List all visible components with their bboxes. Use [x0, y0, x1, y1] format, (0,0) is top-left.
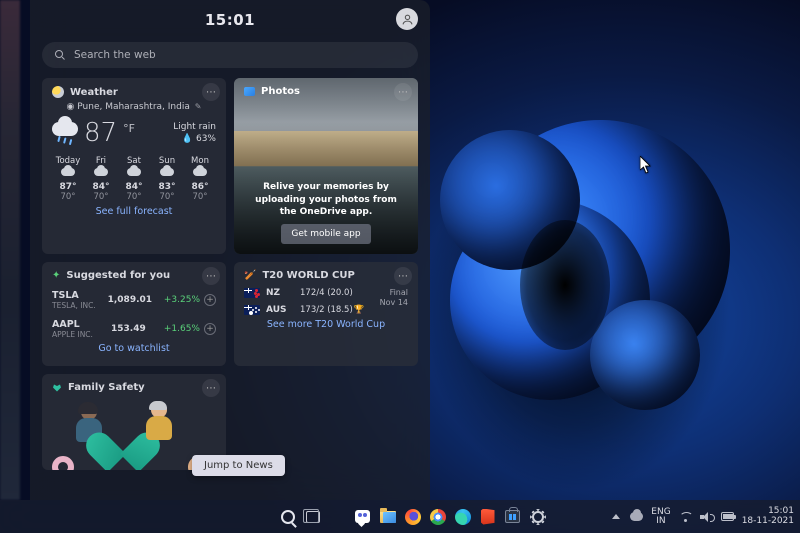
- language-indicator[interactable]: ENGIN: [651, 508, 670, 526]
- weather-card[interactable]: Weather ⋯ ◉ Pune, Maharashtra, India ✎ 8…: [42, 78, 226, 254]
- stock-price: 1,089.01: [108, 295, 152, 305]
- match-status: FinalNov 14: [380, 288, 408, 307]
- pencil-icon[interactable]: ✎: [195, 102, 202, 111]
- start-button[interactable]: [253, 507, 273, 527]
- trophy-icon: 🏆: [353, 305, 364, 315]
- office-button[interactable]: [478, 507, 498, 527]
- forecast-day[interactable]: Today87°70°: [52, 156, 84, 202]
- cloud-icon: [193, 166, 207, 176]
- photos-title: Photos: [261, 86, 300, 97]
- battery-icon[interactable]: [721, 510, 734, 523]
- humidity-value: 63%: [196, 134, 216, 144]
- forecast-row: Today87°70° Fri84°70° Sat84°70° Sun83°70…: [52, 156, 216, 202]
- task-view-button[interactable]: [303, 507, 323, 527]
- more-cricket-link[interactable]: See more T20 World Cup: [244, 319, 408, 330]
- tray-overflow-button[interactable]: [609, 510, 622, 523]
- droplet-icon: 💧: [182, 134, 193, 144]
- card-more-button[interactable]: ⋯: [202, 267, 220, 285]
- card-more-button[interactable]: ⋯: [202, 379, 220, 397]
- card-more-button[interactable]: ⋯: [394, 267, 412, 285]
- widgets-clock: 15:01: [205, 11, 255, 29]
- photos-card[interactable]: Photos ⋯ Relive your memories by uploadi…: [234, 78, 418, 254]
- profile-avatar[interactable]: [396, 8, 418, 30]
- taskbar: ENGIN 15:0118-11-2021: [0, 500, 800, 533]
- taskbar-clock[interactable]: 15:0118-11-2021: [742, 507, 794, 526]
- stock-row[interactable]: TSLATESLA, INC. 1,089.01 +3.25% +: [52, 290, 216, 310]
- photos-blurb: Relive your memories by uploading your p…: [248, 181, 404, 217]
- stock-price: 153.49: [111, 324, 146, 334]
- stock-row[interactable]: AAPLAPPLE INC. 153.49 +1.65% +: [52, 319, 216, 339]
- see-forecast-link[interactable]: See full forecast: [52, 206, 216, 217]
- sun-cloud-icon: [52, 86, 64, 98]
- add-to-watchlist-icon[interactable]: +: [204, 294, 216, 306]
- family-icon: [52, 383, 62, 393]
- cloud-icon: [61, 166, 75, 176]
- current-temp: 87: [84, 118, 117, 148]
- stock-change: +3.25%: [164, 295, 200, 305]
- cloud-icon: [160, 166, 174, 176]
- jump-to-news-button[interactable]: Jump to News: [192, 455, 285, 476]
- stock-company: TESLA, INC.: [52, 301, 96, 310]
- file-explorer-button[interactable]: [378, 507, 398, 527]
- taskbar-search-button[interactable]: [278, 507, 298, 527]
- chrome-button[interactable]: [428, 507, 448, 527]
- team-score: 172/4 (20.0): [300, 288, 380, 298]
- system-tray: ENGIN 15:0118-11-2021: [609, 507, 794, 526]
- cloud-icon: [94, 166, 108, 176]
- forecast-day[interactable]: Mon86°70°: [184, 156, 216, 202]
- add-to-watchlist-icon[interactable]: +: [204, 323, 216, 335]
- cloud-icon: [127, 166, 141, 176]
- flag-aus-icon: [244, 305, 260, 315]
- widgets-button[interactable]: [328, 507, 348, 527]
- onedrive-icon[interactable]: [630, 510, 643, 523]
- stock-change: +1.65%: [164, 324, 200, 334]
- flag-nz-icon: [244, 288, 260, 298]
- weather-condition-block: Light rain 💧 63%: [173, 121, 216, 145]
- wifi-icon[interactable]: [679, 510, 692, 523]
- firefox-button[interactable]: [403, 507, 423, 527]
- team-code: AUS: [266, 305, 294, 315]
- forecast-day[interactable]: Fri84°70°: [85, 156, 117, 202]
- watchlist-link[interactable]: Go to watchlist: [52, 343, 216, 354]
- sparkle-icon: ✦: [52, 270, 60, 281]
- match-row: NZ 172/4 (20.0): [244, 288, 380, 298]
- temp-unit: °F: [123, 122, 135, 135]
- cricket-title: T20 WORLD CUP: [262, 270, 354, 281]
- weather-condition: Light rain: [173, 121, 216, 133]
- stock-company: APPLE INC.: [52, 330, 93, 339]
- search-icon: [54, 49, 66, 61]
- card-more-button[interactable]: ⋯: [202, 83, 220, 101]
- card-more-button[interactable]: ⋯: [394, 83, 412, 101]
- photos-icon: [244, 87, 255, 96]
- search-input[interactable]: Search the web: [42, 42, 418, 68]
- family-title: Family Safety: [68, 382, 145, 393]
- search-placeholder: Search the web: [74, 49, 156, 61]
- taskbar-center: [253, 507, 548, 527]
- rain-icon: [52, 122, 78, 144]
- forecast-day[interactable]: Sun83°70°: [151, 156, 183, 202]
- weather-title: Weather: [70, 87, 118, 98]
- get-mobile-app-button[interactable]: Get mobile app: [281, 224, 370, 244]
- stocks-title: Suggested for you: [66, 270, 170, 281]
- ms-store-button[interactable]: [503, 507, 523, 527]
- stock-symbol: AAPL: [52, 319, 93, 330]
- edge-button[interactable]: [453, 507, 473, 527]
- cricket-card[interactable]: 🏏 T20 WORLD CUP ⋯ NZ 172/4 (20.0) AUS 173…: [234, 262, 418, 366]
- weather-location-row[interactable]: ◉ Pune, Maharashtra, India ✎: [52, 102, 216, 112]
- left-dock-blur: [0, 0, 20, 500]
- cricket-icon: 🏏: [244, 270, 256, 281]
- stock-symbol: TSLA: [52, 290, 96, 301]
- widgets-panel: 15:01 Search the web Weather ⋯ ◉ Pune, M…: [30, 0, 430, 500]
- team-code: NZ: [266, 288, 294, 298]
- team-score: 173/2 (18.5): [300, 305, 353, 315]
- forecast-day[interactable]: Sat84°70°: [118, 156, 150, 202]
- stocks-card[interactable]: ✦ Suggested for you ⋯ TSLATESLA, INC. 1,0…: [42, 262, 226, 366]
- weather-location: Pune, Maharashtra, India: [77, 102, 190, 112]
- volume-icon[interactable]: [700, 510, 713, 523]
- match-row: AUS 173/2 (18.5) 🏆: [244, 305, 380, 315]
- settings-button[interactable]: [528, 507, 548, 527]
- chat-button[interactable]: [353, 507, 373, 527]
- mouse-cursor: [640, 156, 652, 174]
